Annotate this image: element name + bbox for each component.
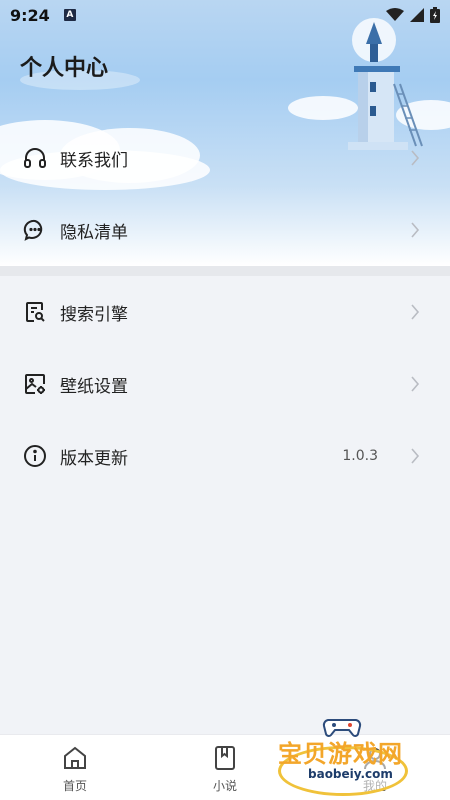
battery-icon: [430, 7, 440, 23]
chevron-right-icon: [411, 222, 420, 238]
menu-item-label: 隐私清单: [60, 222, 128, 243]
watermark-url: baobeiy.com: [308, 767, 393, 781]
menu-item-label: 壁纸设置: [60, 376, 128, 397]
status-bar: 9:24 A: [0, 0, 450, 30]
status-icons: [386, 7, 440, 23]
tab-label: 小说: [212, 779, 237, 793]
book-icon: [215, 746, 235, 770]
chevron-right-icon: [411, 304, 420, 320]
status-time: 9:24: [10, 5, 50, 25]
chevron-right-icon: [411, 448, 420, 464]
image-settings-icon: [22, 371, 48, 397]
tab-home[interactable]: 首页: [0, 735, 150, 800]
menu-item-wallpaper-settings[interactable]: 壁纸设置: [0, 349, 450, 419]
info-icon: [22, 443, 48, 469]
signal-icon: [410, 8, 424, 22]
headset-icon: [22, 145, 48, 171]
section-separator: [0, 266, 450, 276]
menu-item-label: 联系我们: [60, 150, 128, 171]
version-number: 1.0.3: [342, 448, 378, 464]
notification-badge: A: [63, 9, 76, 21]
page-title: 个人中心: [20, 56, 109, 81]
menu-item-search-engine[interactable]: 搜索引擎: [0, 277, 450, 347]
menu-item-label: 搜索引擎: [60, 304, 128, 325]
wifi-icon: [386, 8, 404, 21]
menu-item-privacy-list[interactable]: 隐私清单: [0, 195, 450, 265]
home-icon: [64, 746, 86, 769]
menu-item-version-update[interactable]: 版本更新 1.0.3: [0, 421, 450, 491]
chevron-right-icon: [411, 376, 420, 392]
chat-bubble-icon: [22, 217, 48, 243]
menu-item-contact-us[interactable]: 联系我们: [0, 123, 450, 193]
watermark-logo: 宝贝游戏网 baobeiy.com: [270, 712, 446, 798]
tab-label: 首页: [62, 779, 87, 793]
menu-item-label: 版本更新: [60, 448, 128, 469]
watermark-text: 宝贝游戏网: [278, 740, 403, 768]
chevron-right-icon: [411, 150, 420, 166]
search-document-icon: [22, 299, 48, 325]
